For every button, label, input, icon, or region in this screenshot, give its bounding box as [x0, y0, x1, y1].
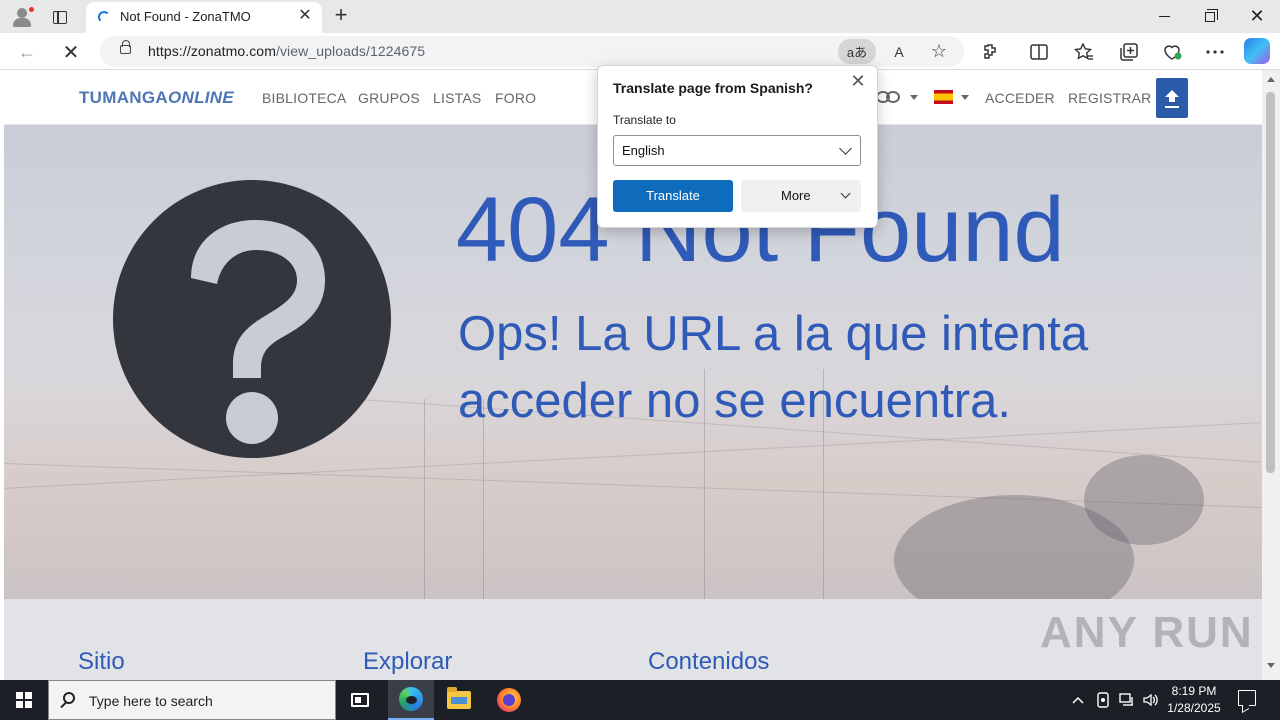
question-mark-icon [113, 180, 391, 458]
firefox-icon [497, 688, 521, 712]
logo-main: TUMANGA [79, 88, 168, 107]
favorites-icon[interactable] [1070, 39, 1098, 65]
nav-biblioteca[interactable]: BIBLIOTECA [262, 90, 346, 106]
restore-button[interactable] [1187, 0, 1233, 33]
tab-actions-icon[interactable] [48, 6, 72, 28]
back-button[interactable]: ← [14, 39, 40, 65]
taskbar-file-explorer[interactable] [436, 680, 482, 720]
start-button[interactable] [0, 680, 48, 720]
scroll-up-icon[interactable] [1267, 77, 1275, 82]
profile-icon[interactable] [8, 4, 36, 28]
nav-grupos[interactable]: GRUPOS [358, 90, 420, 106]
chevron-down-icon [840, 188, 851, 199]
collections-icon[interactable] [1115, 39, 1143, 65]
translate-close-icon[interactable]: ✕ [849, 71, 867, 91]
translate-popup: Translate page from Spanish? ✕ Translate… [597, 65, 878, 228]
url-host: https://zonatmo.com [148, 43, 276, 59]
search-icon [63, 692, 75, 704]
task-view-button[interactable] [337, 680, 383, 720]
loading-spinner-icon [98, 11, 110, 23]
register-link[interactable]: REGISTRAR [1068, 90, 1151, 106]
upload-icon [1165, 90, 1179, 106]
taskbar-clock[interactable]: 8:19 PM 1/28/2025 [1160, 683, 1228, 717]
window-close-button[interactable]: ✕ [1234, 0, 1280, 33]
language-select[interactable]: English [613, 135, 861, 166]
task-view-icon [351, 693, 369, 707]
view-mode-icon[interactable] [874, 89, 924, 107]
page-scrollbar[interactable] [1262, 70, 1280, 680]
minimize-button[interactable] [1141, 0, 1187, 33]
spain-flag-icon[interactable] [934, 90, 953, 104]
error-message: Ops! La URL a la que intenta acceder no … [458, 307, 1089, 428]
language-select-value: English [622, 143, 665, 158]
tab-strip: Not Found - ZonaTMO ✕ + ✕ [0, 0, 1280, 33]
favorite-star-icon[interactable]: ☆ [926, 39, 952, 64]
more-button-label: More [781, 188, 811, 203]
taskbar-edge[interactable] [388, 680, 434, 720]
nav-listas[interactable]: LISTAS [433, 90, 481, 106]
browser-essentials-icon[interactable] [1158, 39, 1186, 65]
address-bar[interactable]: https://zonatmo.com/view_uploads/1224675… [100, 36, 964, 67]
url-text[interactable]: https://zonatmo.com/view_uploads/1224675 [148, 43, 425, 59]
chevron-down-icon [839, 142, 852, 155]
tab-title: Not Found - ZonaTMO [120, 9, 251, 24]
anyrun-watermark: ANY RUN [1040, 608, 1254, 657]
stop-button[interactable]: ✕ [58, 39, 84, 65]
folder-icon [447, 687, 471, 709]
tab-active[interactable]: Not Found - ZonaTMO ✕ [86, 2, 322, 33]
volume-icon[interactable] [1140, 680, 1162, 720]
translate-button[interactable]: Translate [613, 180, 733, 212]
more-menu-icon[interactable] [1201, 39, 1229, 65]
nav-foro[interactable]: FORO [495, 90, 536, 106]
url-path: /view_uploads/1224675 [275, 43, 426, 59]
clock-time: 8:19 PM [1171, 684, 1217, 698]
edge-icon [399, 687, 423, 711]
notification-icon[interactable] [1238, 690, 1256, 706]
network-icon[interactable] [1116, 680, 1138, 720]
taskbar-search[interactable]: Type here to search [48, 680, 336, 720]
translate-icon[interactable]: aあ [838, 39, 876, 64]
lock-icon[interactable] [120, 40, 131, 54]
logo-accent: ONLINE [167, 88, 235, 107]
translate-to-label: Translate to [613, 113, 676, 127]
scroll-thumb[interactable] [1266, 92, 1275, 473]
more-button[interactable]: More [741, 180, 861, 212]
upload-button[interactable] [1156, 78, 1188, 118]
tray-overflow-icon[interactable] [1068, 680, 1088, 720]
taskbar-search-placeholder: Type here to search [89, 693, 213, 709]
footer-col-explorar: Explorar [363, 648, 453, 675]
footer-col-contenidos: Contenidos [648, 648, 770, 675]
extensions-icon[interactable] [977, 39, 1005, 65]
login-link[interactable]: ACCEDER [985, 90, 1055, 106]
background-tree [1084, 455, 1204, 545]
site-logo[interactable]: TUMANGAONLINE [79, 88, 234, 108]
language-caret-icon[interactable] [961, 95, 969, 100]
tray-device-icon[interactable] [1092, 680, 1114, 720]
windows-logo-icon [16, 692, 32, 708]
taskbar: Type here to search 8:19 PM 1/28/2025 [0, 680, 1280, 720]
footer-col-sitio: Sitio [78, 648, 125, 675]
scroll-down-icon[interactable] [1267, 663, 1275, 668]
new-tab-button[interactable]: + [330, 4, 352, 28]
translate-popup-title: Translate page from Spanish? [613, 80, 813, 96]
clock-date: 1/28/2025 [1167, 701, 1221, 715]
taskbar-firefox[interactable] [486, 680, 532, 720]
split-screen-icon[interactable] [1025, 39, 1053, 65]
tab-close-icon[interactable]: ✕ [296, 7, 314, 25]
background-wire [4, 463, 1262, 508]
read-aloud-icon[interactable]: A [886, 39, 912, 64]
copilot-icon[interactable] [1244, 38, 1270, 64]
